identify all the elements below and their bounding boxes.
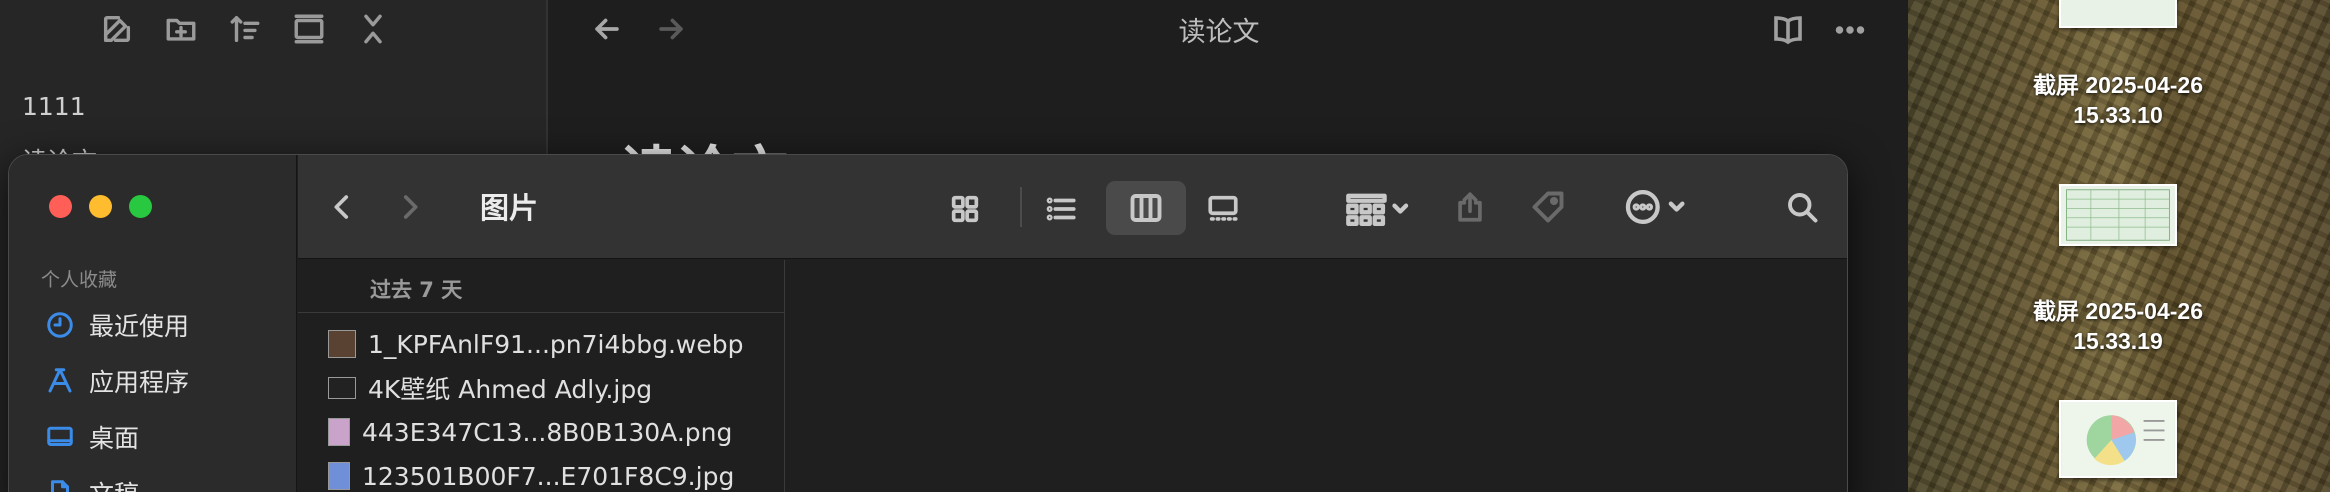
- sidebar-item-desktop[interactable]: 桌面: [45, 417, 139, 457]
- image-file-icon: [328, 462, 350, 490]
- note-tab-title: 读论文: [1178, 17, 1260, 48]
- desktop-file-label[interactable]: 截屏 2025-04-26 15.33.10: [2018, 70, 2218, 130]
- icon-view-button[interactable]: [943, 187, 987, 231]
- desktop-file-name: 截屏 2025-04-26: [2032, 298, 2204, 324]
- pie-chart-thumbnail-icon: [2062, 402, 2174, 476]
- sidebar-item-label: 最近使用: [89, 312, 190, 341]
- sidebar-item-label: 文稿: [89, 475, 139, 492]
- clock-icon: [47, 312, 73, 338]
- toolbar-separator: [1020, 187, 1022, 227]
- finder-toolbar: 图片: [298, 155, 1847, 259]
- file-row[interactable]: 443E347C13...8B0B130A.png: [328, 412, 732, 452]
- desktop-file[interactable]: [2018, 400, 2218, 478]
- search-icon: [1788, 193, 1818, 223]
- tag-button[interactable]: [1526, 185, 1570, 229]
- file-name: 123501B00F7...E701F8C9.jpg: [362, 461, 735, 491]
- image-file-icon: [328, 377, 356, 399]
- desktop-file-label[interactable]: 截屏 2025-04-26 15.33.19: [2018, 296, 2218, 356]
- sort-icon[interactable]: [228, 12, 262, 46]
- more-circle-icon: [1625, 190, 1685, 224]
- desktop-file-name-line2: 15.33.10: [2073, 102, 2163, 128]
- finder-sidebar: 个人收藏 最近使用 应用程序 桌面 文稿: [9, 155, 297, 492]
- notes-sidebar-toolbar: [100, 12, 390, 46]
- finder-column: 过去 7 天 1_KPFAnlF91...pn7i4bbg.webp 4K壁纸 …: [298, 260, 785, 492]
- sidebar-item-documents[interactable]: 文稿: [45, 473, 139, 492]
- chevron-right-icon: [403, 195, 418, 219]
- new-folder-icon[interactable]: [164, 12, 198, 46]
- document-icon: [51, 480, 69, 492]
- image-file-icon: [328, 330, 356, 358]
- file-name: 1_KPFAnlF91...pn7i4bbg.webp: [368, 329, 744, 359]
- screenshot-thumbnail: [2059, 184, 2177, 246]
- divider: [298, 312, 784, 313]
- grid-icon: [951, 195, 979, 223]
- close-button[interactable]: [49, 195, 72, 218]
- share-icon: [1458, 192, 1482, 222]
- desktop-file-name: 截屏 2025-04-26: [2032, 72, 2204, 98]
- sidebar-item-label: 应用程序: [89, 368, 190, 397]
- more-options-icon[interactable]: [1832, 12, 1868, 48]
- share-button[interactable]: [1448, 185, 1492, 229]
- reading-view-icon[interactable]: [1770, 12, 1806, 48]
- auto-reveal-icon[interactable]: [292, 12, 326, 46]
- desktop-icon: [47, 426, 73, 446]
- desktop-file-name-line2: 15.33.19: [2073, 328, 2163, 354]
- gallery-icon: [1208, 195, 1238, 221]
- finder-column-browser: 过去 7 天 1_KPFAnlF91...pn7i4bbg.webp 4K壁纸 …: [298, 260, 1847, 492]
- applications-icon: [48, 368, 72, 393]
- gallery-view-button[interactable]: [1198, 187, 1248, 231]
- columns-icon: [1130, 194, 1162, 222]
- list-view-button[interactable]: [1039, 187, 1083, 231]
- table-thumbnail-icon: [2066, 189, 2170, 241]
- file-row[interactable]: 123501B00F7...E701F8C9.jpg: [328, 456, 734, 492]
- group-button[interactable]: [1338, 187, 1418, 231]
- file-row[interactable]: 4K壁纸 Ahmed Adly.jpg: [328, 368, 652, 408]
- file-name: 443E347C13...8B0B130A.png: [362, 417, 733, 447]
- finder-window-title: 图片: [480, 191, 539, 225]
- minimize-button[interactable]: [89, 195, 112, 218]
- zoom-button[interactable]: [129, 195, 152, 218]
- column-group-header: 过去 7 天: [370, 278, 463, 302]
- finder-window: 个人收藏 最近使用 应用程序 桌面 文稿 图片: [8, 154, 1848, 492]
- desktop: 截屏 2025-04-26 15.33.10 截屏 2025-04-26 15.…: [1908, 0, 2330, 492]
- back-button[interactable]: [320, 185, 364, 229]
- screenshot-thumbnail: [2059, 400, 2177, 478]
- file-name: 4K壁纸 Ahmed Adly.jpg: [368, 375, 653, 404]
- forward-button[interactable]: [388, 185, 432, 229]
- window-controls: [49, 195, 152, 218]
- screenshot-thumbnail: [2059, 0, 2177, 28]
- sidebar-item-applications[interactable]: 应用程序: [45, 361, 189, 401]
- new-note-icon[interactable]: [100, 12, 134, 46]
- group-grid-icon: [1346, 193, 1409, 226]
- search-button[interactable]: [1780, 185, 1824, 229]
- sidebar-item-recents[interactable]: 最近使用: [45, 305, 189, 345]
- notes-file-item[interactable]: 1111: [22, 92, 86, 121]
- desktop-file[interactable]: [2018, 184, 2218, 246]
- file-row[interactable]: 1_KPFAnlF91...pn7i4bbg.webp: [328, 324, 743, 364]
- sidebar-section-favorites: 个人收藏: [41, 269, 118, 291]
- collapse-all-icon[interactable]: [356, 12, 390, 46]
- notes-header-actions: [1770, 12, 1868, 48]
- tag-icon: [1532, 191, 1564, 223]
- sidebar-item-label: 桌面: [89, 424, 140, 453]
- list-icon: [1046, 197, 1076, 221]
- chevron-left-icon: [334, 195, 349, 219]
- column-view-button[interactable]: [1106, 181, 1186, 235]
- image-file-icon: [328, 418, 350, 446]
- action-menu-button[interactable]: [1616, 185, 1696, 229]
- desktop-file-partial[interactable]: [2018, 0, 2218, 28]
